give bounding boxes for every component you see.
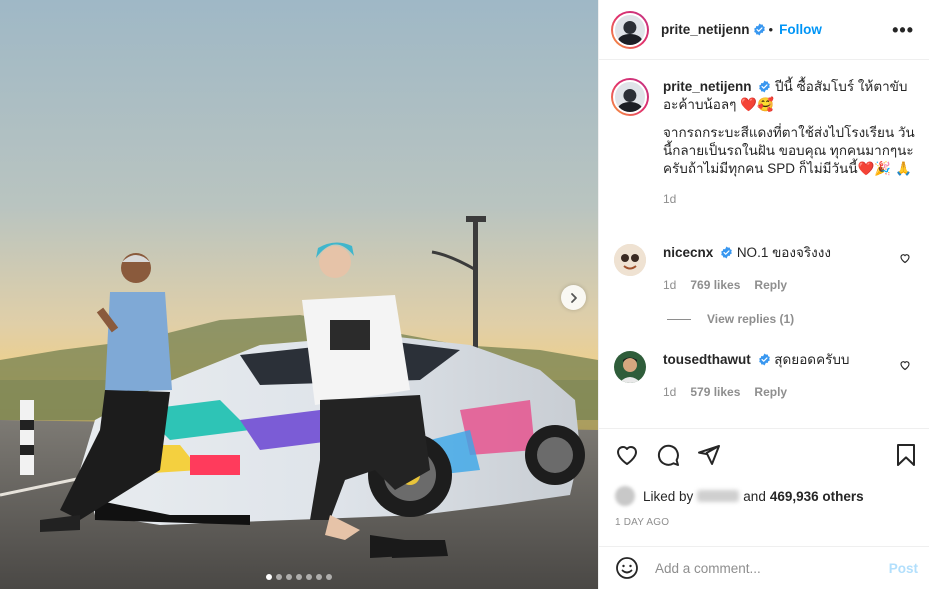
carousel-dot[interactable] (266, 574, 272, 580)
comment-text: สุดยอดครับบ (774, 352, 850, 367)
reply-button[interactable]: Reply (754, 383, 787, 401)
share-send-icon[interactable] (697, 443, 721, 467)
emoji-smiley-icon[interactable] (615, 556, 639, 580)
like-heart-icon[interactable] (615, 443, 639, 467)
liked-by-prefix: Liked by (643, 488, 694, 504)
chevron-right-icon (570, 292, 577, 303)
carousel-dot[interactable] (296, 574, 302, 580)
post-photo[interactable] (0, 0, 598, 589)
verified-badge-icon (753, 23, 765, 36)
carousel-dot[interactable] (326, 574, 332, 580)
caption-time[interactable]: 1d (663, 190, 921, 208)
carousel-dot[interactable] (306, 574, 312, 580)
verified-badge-icon (759, 80, 771, 93)
comment-text: NO.1 ของจริงงง (736, 245, 831, 260)
carousel-dot[interactable] (316, 574, 322, 580)
commenter-avatar[interactable] (614, 244, 646, 276)
carousel-next-button[interactable] (561, 285, 586, 310)
post-side-panel: prite_netijenn • Follow ••• prite_netije… (598, 0, 929, 589)
add-comment-bar: Post (599, 546, 929, 589)
bookmark-icon (897, 444, 915, 466)
comment-likes[interactable]: 579 likes (690, 383, 740, 401)
commenter-avatar-image (614, 244, 646, 276)
carousel-dot[interactable] (276, 574, 282, 580)
caption-line1-emoji: ❤️🥰 (740, 97, 774, 112)
comment-time[interactable]: 1d (663, 276, 676, 294)
follow-button[interactable]: Follow (779, 22, 822, 37)
caption-paragraph-emoji: ❤️🎉 🙏 (857, 161, 912, 176)
liked-by-and: and (743, 488, 766, 504)
liked-by-user-blurred[interactable] (697, 490, 740, 502)
header-separator-dot: • (768, 22, 774, 37)
commenter-avatar[interactable] (614, 351, 646, 383)
liked-by-avatar[interactable] (615, 486, 635, 506)
photo-scene (0, 0, 598, 589)
verified-badge-icon (758, 353, 770, 366)
likes-others-count[interactable]: 469,936 others (770, 489, 864, 504)
comment-bubble-icon[interactable] (656, 443, 680, 467)
save-bookmark-icon[interactable] (894, 443, 918, 472)
author-username[interactable]: prite_netijenn (661, 22, 750, 37)
comment-username[interactable]: tousedthawut (663, 352, 751, 367)
comment-input[interactable] (655, 560, 875, 576)
comment-likes[interactable]: 769 likes (690, 276, 740, 294)
more-horizontal-icon[interactable]: ••• (892, 20, 914, 41)
heart-outline-icon[interactable] (899, 252, 911, 264)
liked-by-summary: Liked by and 469,936 others (615, 486, 864, 506)
comment-username[interactable]: nicecnx (663, 245, 713, 260)
comment-time[interactable]: 1d (663, 383, 676, 401)
view-replies-label: View replies (1) (707, 312, 795, 326)
post-header: prite_netijenn • Follow ••• (599, 0, 929, 60)
caption-username[interactable]: prite_netijenn (663, 79, 752, 94)
comment-item: tousedthawut สุดยอดครับบ 1d 579 likes Re… (611, 351, 921, 401)
post-comment-button[interactable]: Post (889, 561, 918, 576)
carousel-dots (0, 574, 598, 580)
author-avatar[interactable] (611, 10, 649, 49)
commenter-avatar-image (614, 351, 646, 383)
verified-badge-icon (721, 246, 732, 259)
view-replies-button[interactable]: View replies (1) (667, 312, 794, 326)
comments-scroll-area[interactable]: prite_netijenn ปีนี้ ซื้อสัมโบร์ ให้ตาขั… (599, 61, 929, 427)
carousel-dot[interactable] (286, 574, 292, 580)
post-date[interactable]: 1 DAY AGO (615, 517, 669, 528)
reply-button[interactable]: Reply (754, 276, 787, 294)
comment-item: nicecnx NO.1 ของจริงงง 1d 769 likes Repl… (611, 244, 921, 294)
instagram-post-modal: prite_netijenn • Follow ••• prite_netije… (0, 0, 929, 589)
post-caption: prite_netijenn ปีนี้ ซื้อสัมโบร์ ให้ตาขั… (611, 78, 921, 208)
caption-author-avatar[interactable] (611, 78, 649, 116)
heart-outline-icon[interactable] (899, 359, 911, 371)
post-actions: Liked by and 469,936 others 1 DAY AGO (599, 428, 929, 546)
